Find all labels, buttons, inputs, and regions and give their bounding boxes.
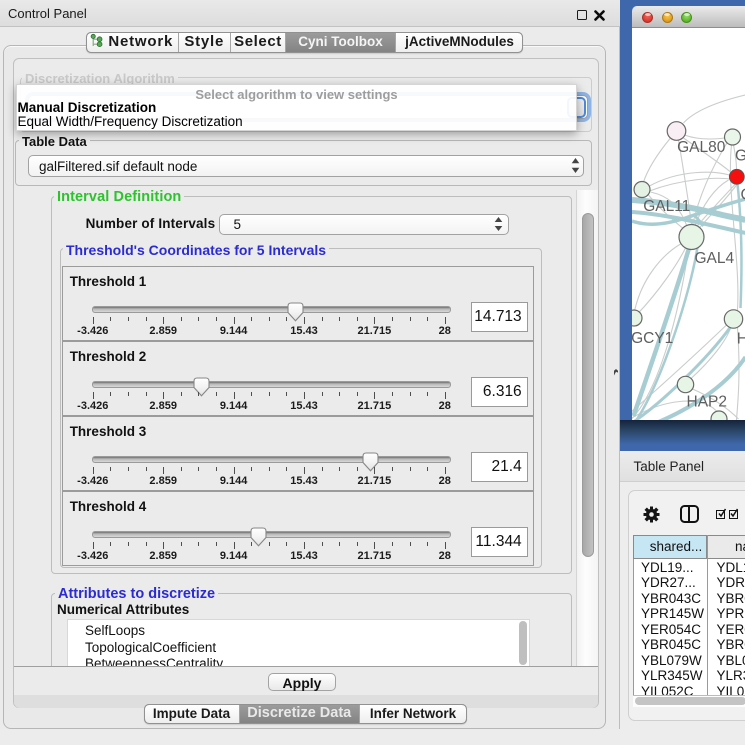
svg-text:GAL4: GAL4	[694, 250, 734, 267]
svg-text:G.: G.	[735, 148, 745, 165]
svg-text:GAL11: GAL11	[643, 198, 690, 215]
svg-text:GCY1: GCY1	[632, 330, 673, 347]
svg-text:C: C	[740, 187, 745, 204]
svg-text:GAL80: GAL80	[677, 139, 726, 156]
svg-text:HAP2: HAP2	[686, 394, 727, 411]
svg-text:H: H	[736, 331, 745, 348]
